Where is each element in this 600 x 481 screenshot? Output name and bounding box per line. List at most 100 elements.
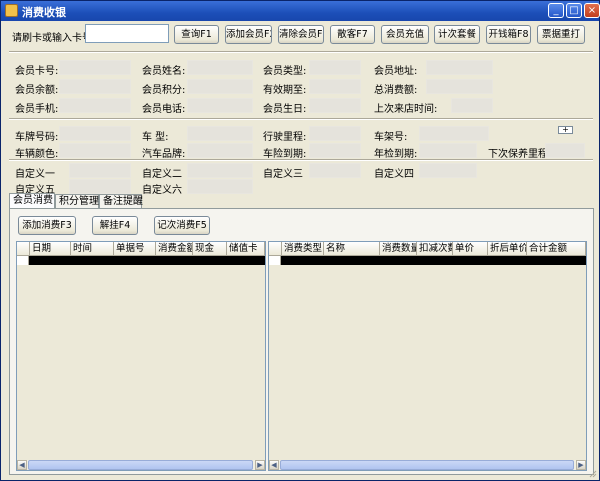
hang-button[interactable]: 解挂F4 bbox=[92, 216, 138, 235]
scroll-right-icon[interactable]: ▶ bbox=[576, 460, 586, 470]
col-unit-price[interactable]: 单价 bbox=[453, 242, 488, 256]
member-name-label: 会员姓名: bbox=[142, 66, 186, 77]
table-row[interactable] bbox=[17, 256, 265, 265]
plate-label: 车牌号码: bbox=[15, 132, 59, 143]
member-phone-value bbox=[187, 98, 253, 113]
next-service-value bbox=[545, 143, 585, 158]
maximize-button[interactable]: □ bbox=[566, 3, 582, 18]
col-stored-card[interactable]: 储值卡 bbox=[227, 242, 265, 256]
separator bbox=[9, 159, 593, 161]
scroll-right-icon[interactable]: ▶ bbox=[255, 460, 265, 470]
app-icon bbox=[5, 4, 18, 17]
member-card-no-value bbox=[59, 60, 131, 75]
add-consume-button[interactable]: 添加消费F3 bbox=[18, 216, 76, 235]
horizontal-scrollbar[interactable]: ◀ ▶ bbox=[269, 459, 586, 470]
tab-notes[interactable]: 备注提醒 bbox=[99, 194, 143, 208]
tab-points[interactable]: 积分管理 bbox=[55, 194, 99, 208]
open-drawer-button[interactable]: 开钱箱F8 bbox=[486, 25, 531, 44]
car-model-value bbox=[187, 126, 253, 141]
minimize-button[interactable]: _ bbox=[548, 3, 564, 18]
recharge-button[interactable]: 会员充值 bbox=[381, 25, 429, 44]
next-service-label: 下次保养里程: bbox=[488, 149, 552, 160]
last-visit-value bbox=[451, 98, 493, 113]
car-color-value bbox=[59, 143, 131, 158]
member-card-no-label: 会员卡号: bbox=[15, 66, 59, 77]
col-total[interactable]: 合计金额 bbox=[527, 242, 586, 256]
row-indicator bbox=[269, 256, 281, 265]
col-consume-type[interactable]: 消费类型 bbox=[282, 242, 324, 256]
plate-value bbox=[59, 126, 131, 141]
col-time[interactable]: 时间 bbox=[71, 242, 114, 256]
add-member-button[interactable]: 添加会员F2 bbox=[225, 25, 272, 44]
card-search-label: 请刷卡或输入卡号 bbox=[12, 33, 92, 44]
col-deduct-times[interactable]: 扣减次数 bbox=[417, 242, 453, 256]
custom-2-label: 自定义二 bbox=[142, 169, 182, 180]
horizontal-scrollbar[interactable]: ◀ ▶ bbox=[17, 459, 265, 470]
grid-header: 日期 时间 单据号 消费金额 现金 储值卡 bbox=[17, 242, 265, 256]
total-spent-value bbox=[426, 79, 493, 94]
package-button[interactable]: 计次套餐 bbox=[434, 25, 480, 44]
grid-header: 消费类型 名称 消费数量 扣减次数 单价 折后单价 合计金额 bbox=[269, 242, 586, 256]
row-indicator bbox=[17, 256, 29, 265]
col-discount-price[interactable]: 折后单价 bbox=[488, 242, 527, 256]
mileage-value bbox=[309, 126, 361, 141]
expand-button[interactable]: + bbox=[558, 126, 573, 134]
custom-5-value bbox=[69, 179, 131, 194]
custom-4-label: 自定义四 bbox=[374, 169, 414, 180]
col-date[interactable]: 日期 bbox=[30, 242, 71, 256]
grid-corner bbox=[269, 242, 282, 256]
table-row[interactable] bbox=[269, 256, 586, 265]
scroll-thumb[interactable] bbox=[28, 460, 253, 470]
mileage-label: 行驶里程: bbox=[263, 132, 307, 143]
custom-1-label: 自定义一 bbox=[15, 169, 55, 180]
member-address-label: 会员地址: bbox=[374, 66, 418, 77]
scroll-thumb[interactable] bbox=[280, 460, 574, 470]
col-cash[interactable]: 现金 bbox=[193, 242, 227, 256]
car-brand-value bbox=[187, 143, 253, 158]
tab-panel: 添加消费F3 解挂F4 记次消费F5 日期 时间 单据号 消费金额 现金 储值卡… bbox=[9, 208, 594, 475]
scroll-left-icon[interactable]: ◀ bbox=[269, 460, 279, 470]
member-birthday-label: 会员生日: bbox=[263, 104, 307, 115]
custom-3-value bbox=[309, 163, 361, 178]
car-brand-label: 汽车品牌: bbox=[142, 149, 186, 160]
scroll-left-icon[interactable]: ◀ bbox=[17, 460, 27, 470]
col-quantity[interactable]: 消费数量 bbox=[380, 242, 417, 256]
col-amount[interactable]: 消费金额 bbox=[156, 242, 193, 256]
member-expiry-value bbox=[309, 79, 361, 94]
window-title: 消费收银 bbox=[22, 6, 66, 19]
total-spent-label: 总消费额: bbox=[374, 85, 418, 96]
member-name-value bbox=[187, 60, 253, 75]
clear-member-button[interactable]: 清除会员F6 bbox=[278, 25, 324, 44]
custom-2-value bbox=[187, 163, 253, 178]
inspection-label: 年检到期: bbox=[374, 149, 418, 160]
count-consume-button[interactable]: 记次消费F5 bbox=[154, 216, 210, 235]
member-type-label: 会员类型: bbox=[263, 66, 307, 77]
custom-4-value bbox=[419, 163, 477, 178]
consume-detail-grid[interactable]: 消费类型 名称 消费数量 扣减次数 单价 折后单价 合计金额 ◀ ▶ bbox=[268, 241, 587, 471]
separator bbox=[9, 51, 593, 53]
consume-history-grid[interactable]: 日期 时间 单据号 消费金额 现金 储值卡 ◀ ▶ bbox=[16, 241, 266, 471]
member-birthday-value bbox=[309, 98, 361, 113]
member-points-value bbox=[187, 79, 253, 94]
member-type-value bbox=[309, 60, 361, 75]
title-bar[interactable]: 消费收银 _ □ × bbox=[1, 1, 600, 21]
col-name[interactable]: 名称 bbox=[324, 242, 380, 256]
card-number-input[interactable] bbox=[85, 24, 169, 43]
reprint-button[interactable]: 票据重打 bbox=[537, 25, 585, 44]
member-mobile-value bbox=[59, 98, 131, 113]
member-phone-label: 会员电话: bbox=[142, 104, 186, 115]
query-button[interactable]: 查询F1 bbox=[174, 25, 219, 44]
col-receipt-no[interactable]: 单据号 bbox=[114, 242, 156, 256]
walk-in-button[interactable]: 散客F7 bbox=[330, 25, 375, 44]
grid-corner bbox=[17, 242, 30, 256]
member-balance-label: 会员余额: bbox=[15, 85, 59, 96]
custom-6-value bbox=[187, 179, 253, 194]
custom-6-label: 自定义六 bbox=[142, 185, 182, 196]
close-button[interactable]: × bbox=[584, 3, 600, 18]
insurance-label: 车险到期: bbox=[263, 149, 307, 160]
resize-grip-icon[interactable] bbox=[587, 468, 597, 478]
main-window: 消费收银 _ □ × 请刷卡或输入卡号 查询F1 添加会员F2 清除会员F6 散… bbox=[0, 0, 600, 481]
tab-member-consume[interactable]: 会员消费 bbox=[9, 193, 55, 209]
member-address-value bbox=[426, 60, 493, 75]
member-balance-value bbox=[59, 79, 131, 94]
